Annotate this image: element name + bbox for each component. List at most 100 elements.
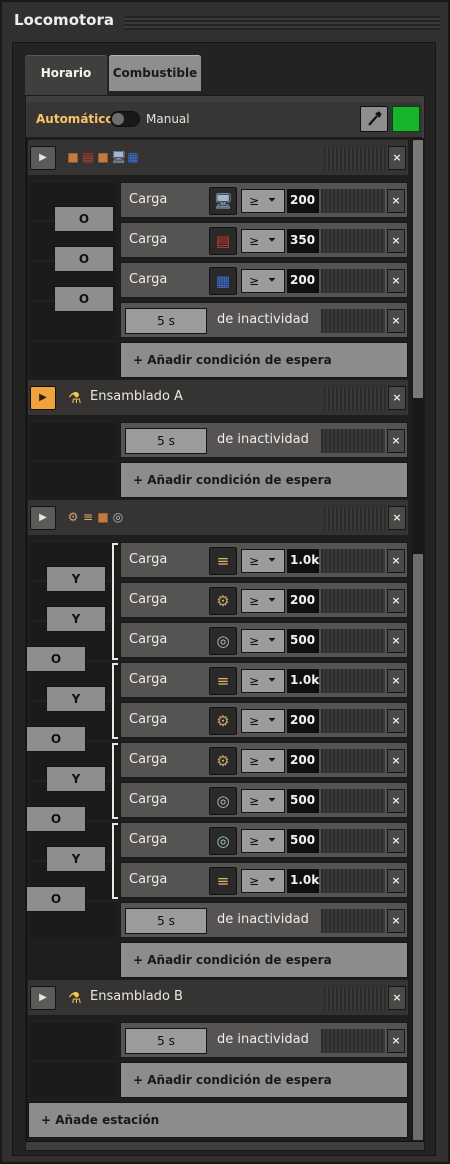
comparator-select[interactable]: ≥ ⏷: [241, 549, 285, 573]
gear-stack-icon[interactable]: ≡: [209, 867, 237, 895]
pipe-icon[interactable]: ⚙: [209, 707, 237, 735]
comparator-select[interactable]: ≥ ⏷: [241, 869, 285, 893]
condition-type-label[interactable]: Carga: [129, 672, 167, 687]
add-wait-condition-button[interactable]: + Añadir condición de espera: [120, 1062, 408, 1098]
comparator-select[interactable]: ≥ ⏷: [241, 829, 285, 853]
processing-unit-icon[interactable]: ▦: [209, 267, 237, 295]
remove-condition-button[interactable]: ×: [387, 549, 405, 573]
logic-operator-button[interactable]: O: [26, 886, 86, 912]
condition-type-label[interactable]: Carga: [129, 792, 167, 807]
remove-condition-button[interactable]: ×: [387, 229, 405, 253]
condition-type-label[interactable]: Carga: [129, 632, 167, 647]
remove-condition-button[interactable]: ×: [387, 309, 405, 333]
logic-operator-button[interactable]: O: [26, 646, 86, 672]
drag-handle[interactable]: [124, 16, 440, 30]
remove-condition-button[interactable]: ×: [387, 909, 405, 933]
comparator-select[interactable]: ≥ ⏷: [241, 709, 285, 733]
comparator-select[interactable]: ≥ ⏷: [241, 669, 285, 693]
scrollbar-thumb-secondary[interactable]: [413, 554, 423, 1140]
remove-station-button[interactable]: ×: [388, 506, 406, 530]
remove-condition-button[interactable]: ×: [387, 869, 405, 893]
logic-operator-button[interactable]: O: [26, 806, 86, 832]
engine-icon[interactable]: ◎: [209, 627, 237, 655]
pipe-icon[interactable]: ⚙: [209, 587, 237, 615]
remove-condition-button[interactable]: ×: [387, 629, 405, 653]
amount-value[interactable]: 200: [287, 589, 319, 613]
inactivity-time-field[interactable]: 5 s: [125, 1028, 207, 1054]
pipe-icon[interactable]: ⚙: [209, 747, 237, 775]
amount-value[interactable]: 1.0k: [287, 549, 319, 573]
comparator-select[interactable]: ≥ ⏷: [241, 269, 285, 293]
amount-value[interactable]: 1.0k: [287, 669, 319, 693]
inactivity-time-field[interactable]: 5 s: [125, 908, 207, 934]
amount-value[interactable]: 500: [287, 829, 319, 853]
logic-operator-button[interactable]: O: [54, 206, 114, 232]
remove-condition-button[interactable]: ×: [387, 669, 405, 693]
comparator-select[interactable]: ≥ ⏷: [241, 589, 285, 613]
remove-condition-button[interactable]: ×: [387, 589, 405, 613]
logic-operator-button[interactable]: O: [26, 726, 86, 752]
remove-station-button[interactable]: ×: [388, 386, 406, 410]
amount-value[interactable]: 200: [287, 189, 319, 213]
title-bar[interactable]: Locomotora: [4, 2, 448, 42]
condition-type-label[interactable]: Carga: [129, 832, 167, 847]
amount-value[interactable]: 500: [287, 629, 319, 653]
inactivity-time-field[interactable]: 5 s: [125, 308, 207, 334]
remove-condition-button[interactable]: ×: [387, 189, 405, 213]
advanced-circuit-icon[interactable]: 🖥: [209, 187, 237, 215]
remove-condition-button[interactable]: ×: [387, 749, 405, 773]
logic-operator-button[interactable]: Y: [46, 566, 106, 592]
go-to-station-button[interactable]: ▶: [30, 146, 56, 170]
logic-operator-button[interactable]: Y: [46, 766, 106, 792]
mode-toggle[interactable]: [110, 111, 140, 127]
go-to-station-button[interactable]: ▶: [30, 506, 56, 530]
scrollbar-thumb[interactable]: [413, 140, 423, 398]
condition-type-label[interactable]: Carga: [129, 272, 167, 287]
remove-condition-button[interactable]: ×: [387, 429, 405, 453]
amount-value[interactable]: 200: [287, 749, 319, 773]
logic-operator-button[interactable]: Y: [46, 606, 106, 632]
manual-label[interactable]: Manual: [146, 112, 190, 126]
condition-type-label[interactable]: Carga: [129, 752, 167, 767]
color-swatch-button[interactable]: [392, 106, 420, 132]
remove-condition-button[interactable]: ×: [387, 1029, 405, 1053]
remove-station-button[interactable]: ×: [388, 146, 406, 170]
pipette-button[interactable]: [360, 106, 388, 132]
logic-operator-button[interactable]: Y: [46, 846, 106, 872]
add-wait-condition-button[interactable]: + Añadir condición de espera: [120, 462, 408, 498]
logic-operator-button[interactable]: O: [54, 246, 114, 272]
gear-stack-icon[interactable]: ≡: [209, 667, 237, 695]
engine-icon[interactable]: ◎: [209, 827, 237, 855]
condition-type-label[interactable]: Carga: [129, 552, 167, 567]
remove-condition-button[interactable]: ×: [387, 709, 405, 733]
condition-type-label[interactable]: Carga: [129, 232, 167, 247]
automatic-label[interactable]: Automático: [36, 112, 114, 126]
comparator-select[interactable]: ≥ ⏷: [241, 629, 285, 653]
amount-value[interactable]: 200: [287, 269, 319, 293]
add-wait-condition-button[interactable]: + Añadir condición de espera: [120, 942, 408, 978]
amount-value[interactable]: 1.0k: [287, 869, 319, 893]
remove-condition-button[interactable]: ×: [387, 789, 405, 813]
tab-horario[interactable]: Horario: [25, 55, 107, 95]
engine-icon[interactable]: ◎: [209, 787, 237, 815]
add-wait-condition-button[interactable]: + Añadir condición de espera: [120, 342, 408, 378]
vertical-scrollbar[interactable]: [412, 138, 424, 1142]
amount-value[interactable]: 350: [287, 229, 319, 253]
logic-operator-button[interactable]: Y: [46, 686, 106, 712]
amount-value[interactable]: 200: [287, 709, 319, 733]
inactivity-time-field[interactable]: 5 s: [125, 428, 207, 454]
condition-type-label[interactable]: Carga: [129, 872, 167, 887]
comparator-select[interactable]: ≥ ⏷: [241, 749, 285, 773]
condition-type-label[interactable]: Carga: [129, 712, 167, 727]
gear-stack-icon[interactable]: ≡: [209, 547, 237, 575]
comparator-select[interactable]: ≥ ⏷: [241, 229, 285, 253]
go-to-station-button[interactable]: ▶: [30, 986, 56, 1010]
remove-station-button[interactable]: ×: [388, 986, 406, 1010]
comparator-select[interactable]: ≥ ⏷: [241, 189, 285, 213]
remove-condition-button[interactable]: ×: [387, 269, 405, 293]
electronic-circuit-red-icon[interactable]: ▤: [209, 227, 237, 255]
comparator-select[interactable]: ≥ ⏷: [241, 789, 285, 813]
condition-type-label[interactable]: Carga: [129, 592, 167, 607]
amount-value[interactable]: 500: [287, 789, 319, 813]
remove-condition-button[interactable]: ×: [387, 829, 405, 853]
